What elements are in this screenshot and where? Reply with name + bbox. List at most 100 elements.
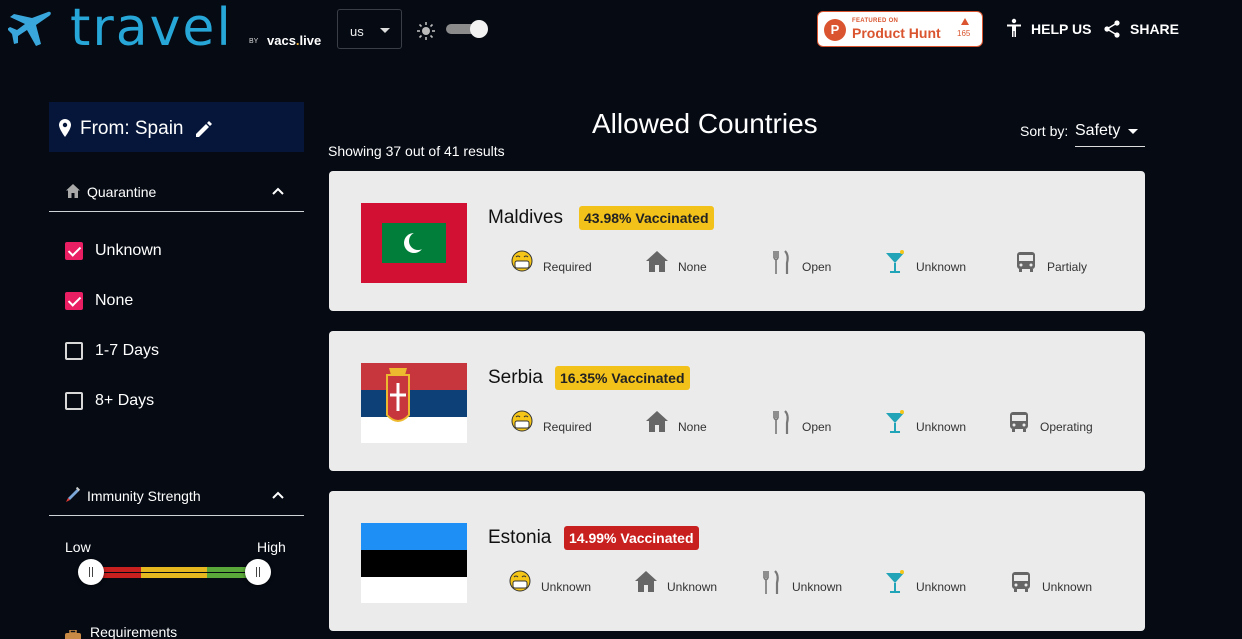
header: travel BY vacs.live us P FEATURED ON Pro… [0,0,1242,60]
vaccination-badge: 16.35% Vaccinated [555,366,690,390]
location-pin-icon [59,119,71,137]
country-card-maldives[interactable]: Maldives 43.98% Vaccinated Required None… [329,171,1145,311]
logo-text[interactable]: travel [70,0,233,58]
bus-icon [1010,412,1028,432]
checkbox-label: 8+ Days [95,392,155,409]
sort-control[interactable]: Sort by: Safety [1020,122,1145,148]
stat-transport-value: Unknown [1042,580,1093,594]
by-label: BY [249,38,259,45]
checkbox-label: None [95,292,134,309]
toggle-knob[interactable] [470,20,488,38]
checkbox-label: Unknown [95,242,162,259]
country-name: Estonia [488,527,552,548]
accessibility-icon [1007,18,1021,37]
checkbox[interactable] [65,292,83,310]
stat-transport-value: Operating [1040,420,1093,434]
results-count: Showing 37 out of 41 results [328,143,505,159]
flag-serbia [361,363,467,443]
share-icon [1104,20,1120,38]
bus-icon [1017,252,1035,272]
fork-knife-icon [763,570,779,594]
bus-icon [1012,572,1030,592]
suitcase-icon [65,630,81,639]
quarantine-title: Quarantine [87,184,157,200]
requirements-title: Requirements [90,624,178,639]
home-icon [635,571,657,592]
ph-featured-label: FEATURED ON [852,18,899,24]
immunity-slider-track[interactable] [93,565,259,579]
checkbox[interactable] [65,342,83,360]
stat-mask-value: Required [543,260,592,274]
from-country-box[interactable]: From: Spain [49,102,304,152]
country-name: Serbia [488,367,543,388]
slider-thumb-low[interactable] [78,559,104,585]
region-select[interactable]: us [337,9,402,49]
country-card-estonia[interactable]: Estonia 14.99% Vaccinated Unknown Unknow… [329,491,1145,631]
vacs-live-link[interactable]: vacs.live [267,33,321,48]
vacs-suffix: live [299,33,322,48]
mask-face-icon [509,570,531,592]
moon-icon [497,20,506,38]
chevron-up-icon[interactable] [271,184,285,198]
cocktail-icon [886,570,904,593]
theme-toggle[interactable] [446,20,488,38]
stat-bars-value: Unknown [916,420,967,434]
home-icon [66,184,80,198]
flag-maldives [361,203,467,283]
vaccination-badge: 14.99% Vaccinated [564,526,699,550]
quarantine-section-header[interactable]: Quarantine [49,172,304,212]
page-title: Allowed Countries [592,108,818,139]
chevron-up-icon[interactable] [271,488,285,502]
stat-mask-value: Unknown [541,580,592,594]
ph-name: Product Hunt [852,25,941,41]
stat-quarantine-value: None [678,420,707,434]
stat-quarantine-value: Unknown [667,580,718,594]
cocktail-icon [886,250,904,273]
slider-low-label: Low [65,539,91,555]
share-label: SHARE [1130,21,1180,37]
immunity-title: Immunity Strength [87,488,201,504]
vacs-prefix: vacs [267,33,296,48]
flag-estonia [361,523,467,603]
stat-restaurants-value: Open [802,260,832,274]
fork-knife-icon [773,410,789,434]
from-country-label: From: Spain [80,118,184,139]
stat-restaurants-value: Open [802,420,832,434]
mask-face-icon [511,250,533,272]
home-icon [646,251,668,272]
product-hunt-icon: P [824,19,846,41]
pencil-icon[interactable] [195,120,213,138]
cocktail-icon [886,410,904,433]
caret-down-icon [1128,129,1138,134]
help-us-label: HELP US [1031,21,1092,37]
stat-quarantine-value: None [678,260,707,274]
stat-mask-value: Required [543,420,592,434]
country-card-serbia[interactable]: Serbia 16.35% Vaccinated Required None O… [329,331,1145,471]
stat-transport-value: Partialy [1047,260,1088,274]
home-icon [646,411,668,432]
fork-knife-icon [773,250,789,274]
checkbox[interactable] [65,392,83,410]
slider-thumb-high[interactable] [245,559,271,585]
slider-segment-yellow [141,573,207,578]
immunity-section-header[interactable]: Immunity Strength [49,476,304,516]
vaccination-badge: 43.98% Vaccinated [579,206,714,230]
plane-icon[interactable] [8,8,52,48]
caret-down-icon [380,28,390,33]
checkbox[interactable] [65,242,83,260]
country-name: Maldives [488,207,563,228]
slider-segment-yellow [141,567,207,572]
checkbox-label: 1-7 Days [95,342,160,359]
sun-icon [417,22,435,40]
stat-bars-value: Unknown [916,580,967,594]
product-hunt-badge[interactable]: P FEATURED ON Product Hunt 165 [817,11,983,47]
ph-upvote-count: 165 [957,29,971,38]
upvote-icon [961,18,969,25]
region-value: us [350,24,364,39]
stat-bars-value: Unknown [916,260,967,274]
stat-restaurants-value: Unknown [792,580,843,594]
sort-value: Safety [1075,122,1121,139]
sort-select[interactable]: Safety [1075,122,1145,147]
mask-face-icon [511,410,533,432]
sort-label: Sort by: [1020,123,1069,139]
